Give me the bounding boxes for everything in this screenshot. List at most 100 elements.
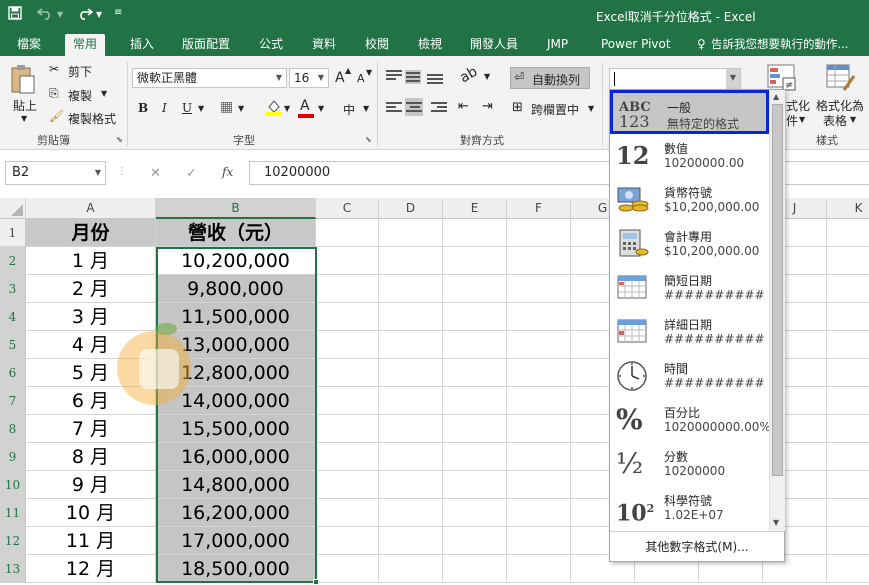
font-size-select[interactable]: 16 ▼ (289, 68, 329, 88)
number-format-option[interactable]: 簡短日期 ########## (610, 266, 769, 310)
number-format-option[interactable]: ABC 123 一般 無特定的格式 (610, 90, 769, 134)
month-cell[interactable]: 11 月 (26, 527, 156, 555)
empty-cell[interactable] (443, 527, 507, 555)
row-header[interactable]: 6 (0, 359, 26, 387)
tab-insert[interactable]: 插入 (130, 35, 154, 56)
dropdown-scrollbar[interactable]: ▲ ▼ (769, 90, 785, 531)
row-header[interactable]: 7 (0, 387, 26, 415)
month-cell[interactable]: 1 月 (26, 247, 156, 275)
empty-cell[interactable] (443, 387, 507, 415)
paste-icon[interactable] (10, 64, 36, 99)
row-header[interactable]: 1 (0, 219, 26, 247)
insert-function-icon[interactable]: fx (222, 165, 233, 179)
merge-center-button[interactable]: 跨欄置中 (531, 101, 579, 118)
number-format-option[interactable]: 102 科學符號 1.02E+07 (610, 486, 769, 530)
empty-cell[interactable] (827, 471, 869, 499)
month-cell[interactable]: 10 月 (26, 499, 156, 527)
empty-cell[interactable] (379, 415, 443, 443)
revenue-cell[interactable]: 9,800,000 (156, 275, 316, 303)
empty-cell[interactable] (507, 359, 571, 387)
revenue-cell[interactable]: 11,500,000 (156, 303, 316, 331)
select-all-corner[interactable] (0, 198, 26, 219)
empty-cell[interactable] (316, 527, 379, 555)
tab-file[interactable]: 檔案 (17, 35, 41, 56)
revenue-cell[interactable]: 16,200,000 (156, 499, 316, 527)
phonetic-guide-button[interactable]: 中 (343, 101, 355, 118)
empty-cell[interactable] (316, 499, 379, 527)
column-header-b[interactable]: B (156, 198, 316, 219)
save-icon[interactable] (8, 6, 22, 24)
empty-cell[interactable] (443, 331, 507, 359)
align-right-icon[interactable] (431, 100, 447, 114)
underline-dropdown-icon[interactable]: ▼ (198, 104, 204, 113)
cut-button[interactable]: 剪下 (68, 63, 92, 80)
number-format-option[interactable]: 貨幣符號 $10,200,000.00 (610, 178, 769, 222)
empty-cell[interactable] (379, 275, 443, 303)
tab-formulas[interactable]: 公式 (259, 35, 283, 56)
empty-cell[interactable] (443, 275, 507, 303)
cancel-icon[interactable]: ✕ (150, 166, 161, 181)
empty-cell[interactable] (379, 219, 443, 247)
empty-cell[interactable] (827, 303, 869, 331)
empty-cell[interactable] (379, 527, 443, 555)
empty-cell[interactable] (443, 303, 507, 331)
empty-cell[interactable] (379, 555, 443, 583)
align-left-icon[interactable] (386, 100, 402, 114)
orientation-icon[interactable]: ab (457, 64, 480, 87)
empty-cell[interactable] (827, 415, 869, 443)
empty-cell[interactable] (827, 275, 869, 303)
bottom-align-icon[interactable] (427, 72, 443, 86)
tab-view[interactable]: 檢視 (418, 35, 442, 56)
number-format-option[interactable]: 會計專用 $10,200,000.00 (610, 222, 769, 266)
revenue-cell[interactable]: 15,500,000 (156, 415, 316, 443)
empty-cell[interactable] (507, 303, 571, 331)
clipboard-launcher-icon[interactable]: ⬊ (116, 135, 123, 144)
orientation-dropdown-icon[interactable]: ▼ (484, 72, 490, 81)
italic-button[interactable]: I (162, 101, 167, 115)
empty-cell[interactable] (379, 443, 443, 471)
empty-cell[interactable] (827, 387, 869, 415)
empty-cell[interactable] (316, 275, 379, 303)
number-format-option[interactable]: 詳細日期 ########## (610, 310, 769, 354)
empty-cell[interactable] (316, 247, 379, 275)
empty-cell[interactable] (507, 219, 571, 247)
empty-cell[interactable] (443, 219, 507, 247)
middle-align-icon[interactable] (405, 70, 421, 84)
empty-cell[interactable] (507, 331, 571, 359)
format-as-table-dropdown-icon[interactable]: ▼ (850, 115, 856, 124)
font-name-select[interactable]: 微軟正黑體 ▼ (132, 68, 287, 88)
borders-icon[interactable]: ▦ (220, 99, 233, 115)
month-cell[interactable]: 12 月 (26, 555, 156, 583)
copy-icon[interactable]: ⎘ (49, 86, 59, 101)
phonetic-dropdown-icon[interactable]: ▼ (363, 104, 369, 113)
wrap-text-button[interactable]: ⏎ 自動換列 (510, 67, 590, 89)
empty-cell[interactable] (507, 247, 571, 275)
chevron-down-icon[interactable]: ▼ (95, 162, 101, 184)
decrease-indent-icon[interactable]: ⇤ (458, 99, 469, 114)
empty-cell[interactable] (827, 499, 869, 527)
row-header[interactable]: 5 (0, 331, 26, 359)
row-header[interactable]: 3 (0, 275, 26, 303)
month-cell[interactable]: 2 月 (26, 275, 156, 303)
empty-cell[interactable] (827, 527, 869, 555)
empty-cell[interactable] (507, 527, 571, 555)
tab-page-layout[interactable]: 版面配置 (182, 35, 230, 56)
revenue-cell[interactable]: 18,500,000 (156, 555, 316, 583)
empty-cell[interactable] (316, 387, 379, 415)
font-color-dropdown-icon[interactable]: ▼ (318, 104, 324, 113)
empty-cell[interactable] (507, 555, 571, 583)
empty-cell[interactable] (443, 359, 507, 387)
align-center-icon[interactable] (405, 98, 423, 116)
empty-cell[interactable] (379, 331, 443, 359)
header-cell-month[interactable]: 月份 (26, 219, 156, 247)
column-header-d[interactable]: D (379, 198, 443, 219)
tab-power-pivot[interactable]: Power Pivot (601, 35, 671, 56)
empty-cell[interactable] (827, 219, 869, 247)
tab-data[interactable]: 資料 (312, 35, 336, 56)
column-header-f[interactable]: F (507, 198, 571, 219)
revenue-cell[interactable]: 17,000,000 (156, 527, 316, 555)
format-painter-button[interactable]: 複製格式 (68, 110, 116, 127)
row-header[interactable]: 4 (0, 303, 26, 331)
empty-cell[interactable] (316, 331, 379, 359)
increase-indent-icon[interactable]: ⇥ (482, 99, 493, 114)
